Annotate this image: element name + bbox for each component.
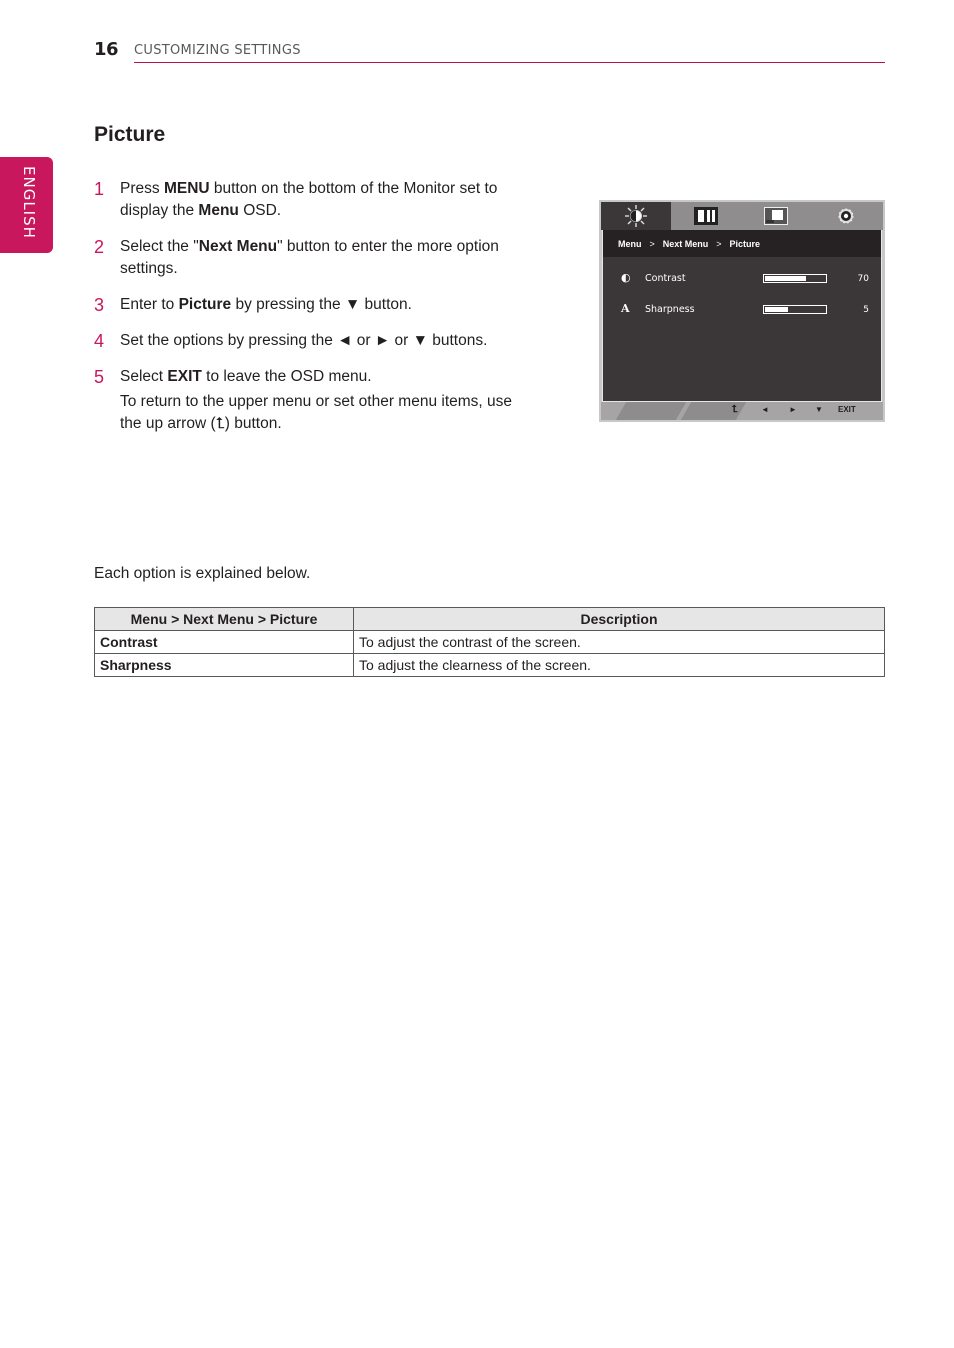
step-text: Select the "Next Menu" button to enter t… [120, 238, 499, 277]
step-item: 3 Enter to Picture by pressing the ▼ butt… [94, 294, 524, 316]
exit-label: EXIT [838, 405, 856, 414]
option-description: To adjust the clearness of the screen. [353, 653, 885, 677]
language-tab: ENGLISH [0, 157, 53, 253]
picture-bars-icon [694, 207, 718, 225]
contrast-icon: ◐ [621, 271, 631, 284]
osd-crumb-separator: > [649, 238, 655, 249]
language-label: ENGLISH [20, 166, 38, 239]
osd-row-value: 5 [863, 305, 869, 315]
osd-panel: Menu > Next Menu > Picture ◐ Contrast 70… [602, 230, 882, 402]
step-note: To return to the upper menu or set other… [120, 393, 513, 432]
brightness-icon [625, 205, 647, 227]
table-header-row: Menu > Next Menu > Picture Description [94, 607, 885, 631]
sharpness-slider [763, 305, 827, 314]
step-text: Enter to Picture by pressing the ▼ butto… [120, 296, 412, 313]
header-divider [134, 62, 885, 63]
sharpness-icon: A [621, 302, 630, 315]
intro-text: Each option is explained below. [94, 565, 311, 582]
step-number: 1 [94, 179, 105, 199]
right-arrow-icon: ► [789, 405, 797, 414]
osd-footer: ⮤ ◄ ► ▼ EXIT [601, 402, 883, 420]
step-item: 2 Select the "Next Menu" button to enter … [94, 236, 524, 280]
osd-breadcrumb: Menu > Next Menu > Picture [603, 230, 881, 257]
section-title: CUSTOMIZING SETTINGS [134, 43, 301, 58]
osd-tab-position [741, 202, 811, 230]
column-header-menu: Menu > Next Menu > Picture [94, 607, 354, 631]
osd-screenshot: Menu > Next Menu > Picture ◐ Contrast 70… [599, 200, 885, 422]
option-description: To adjust the contrast of the screen. [353, 630, 885, 654]
screen-position-icon [764, 207, 788, 225]
left-arrow-icon: ◄ [761, 405, 769, 414]
step-item: 1 Press MENU button on the bottom of the … [94, 178, 524, 222]
contrast-slider [763, 274, 827, 283]
osd-row-sharpness: A Sharpness 5 [603, 302, 881, 318]
osd-row-contrast: ◐ Contrast 70 [603, 271, 881, 287]
step-text: Set the options by pressing the ◄ or ► o… [120, 332, 488, 349]
osd-crumb-next-menu: Next Menu [662, 238, 709, 249]
settings-gear-icon [838, 208, 854, 224]
up-arrow-icon: ⮤ [732, 404, 738, 415]
slider-fill [765, 276, 807, 281]
step-text: Press MENU button on the bottom of the M… [120, 180, 498, 219]
osd-crumb-menu: Menu [618, 238, 642, 249]
option-name: Sharpness [94, 653, 354, 677]
step-number: 2 [94, 237, 105, 257]
osd-row-label: Contrast [645, 273, 686, 284]
column-header-description: Description [353, 607, 885, 631]
footer-stripe [615, 402, 687, 420]
page-number: 16 [94, 39, 119, 60]
step-number: 5 [94, 367, 105, 387]
osd-tab-brightness [601, 202, 671, 230]
osd-tab-settings [811, 202, 881, 230]
steps-list: 1 Press MENU button on the bottom of the … [94, 178, 524, 449]
option-name: Contrast [94, 630, 354, 654]
table-row: Contrast To adjust the contrast of the s… [94, 630, 885, 654]
table-row: Sharpness To adjust the clearness of the… [94, 653, 885, 677]
osd-crumb-separator: > [716, 238, 722, 249]
step-text: Select EXIT to leave the OSD menu. [120, 368, 372, 385]
down-arrow-icon: ▼ [815, 405, 823, 414]
osd-crumb-picture: Picture [729, 238, 761, 249]
osd-row-value: 70 [857, 274, 869, 284]
page-title: Picture [94, 123, 166, 146]
step-item: 5 Select EXIT to leave the OSD menu. To re… [94, 366, 524, 435]
osd-row-label: Sharpness [645, 304, 695, 315]
step-item: 4 Set the options by pressing the ◄ or ► … [94, 330, 524, 352]
step-number: 4 [94, 331, 105, 351]
options-table: Menu > Next Menu > Picture Description C… [94, 607, 885, 677]
osd-tab-picture [671, 202, 741, 230]
step-number: 3 [94, 295, 105, 315]
osd-tab-bar [601, 202, 883, 230]
slider-fill [765, 307, 788, 312]
